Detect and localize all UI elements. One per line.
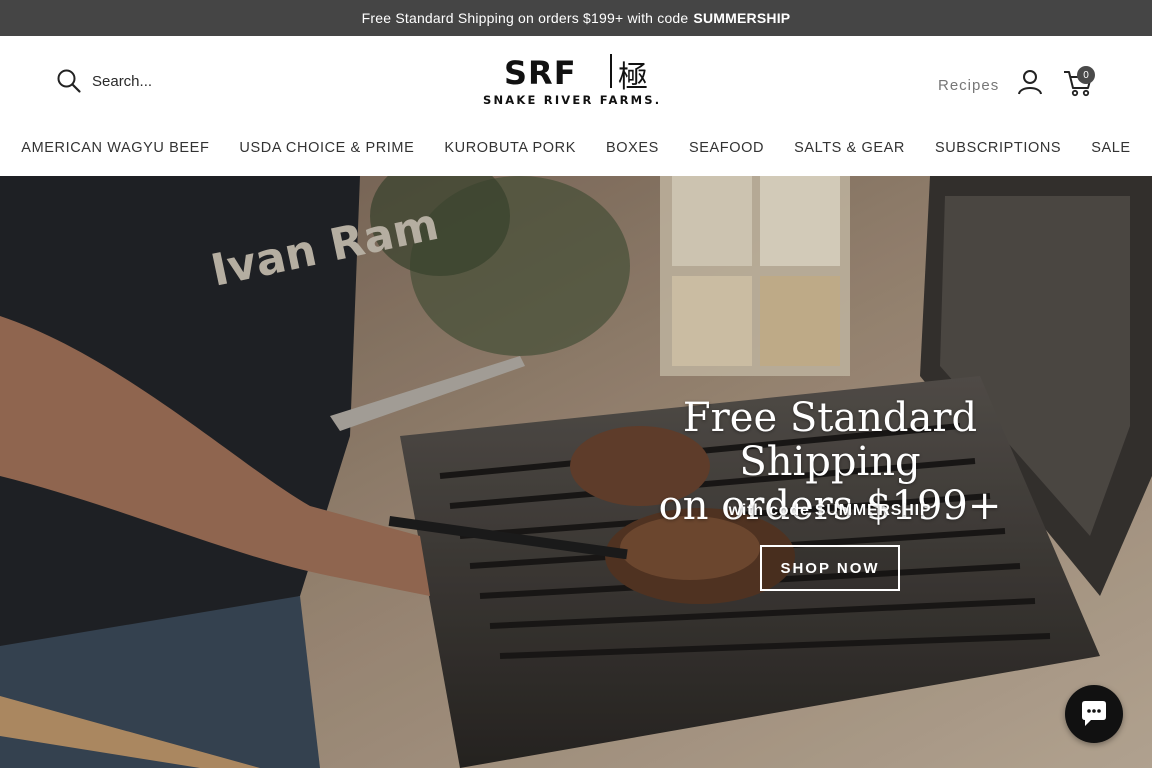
nav-item-boxes[interactable]: BOXES xyxy=(606,140,659,156)
logo-divider xyxy=(610,54,612,88)
nav-item-kurobuta-pork[interactable]: KUROBUTA PORK xyxy=(444,140,576,156)
nav-item-usda-choice-prime[interactable]: USDA CHOICE & PRIME xyxy=(239,140,414,156)
chat-icon xyxy=(1082,701,1106,726)
hero-banner: Ivan Ram Free Standard Shipping on order… xyxy=(0,176,1152,768)
nav-item-subscriptions[interactable]: SUBSCRIPTIONS xyxy=(935,140,1061,156)
search-input[interactable]: Search... xyxy=(56,68,152,94)
nav-item-salts-gear[interactable]: SALTS & GEAR xyxy=(794,140,905,156)
main-nav: AMERICAN WAGYU BEEF USDA CHOICE & PRIME … xyxy=(0,140,1152,156)
logo-kanji: 極 xyxy=(618,60,648,95)
hero-heading-line-1: Free Standard Shipping xyxy=(682,395,978,485)
nav-item-american-wagyu-beef[interactable]: AMERICAN WAGYU BEEF xyxy=(21,140,209,156)
shop-now-button[interactable]: SHOP NOW xyxy=(760,545,900,591)
announcement-text: Free Standard Shipping on orders $199+ w… xyxy=(361,10,689,26)
recipes-link[interactable]: Recipes xyxy=(938,77,999,94)
user-icon[interactable] xyxy=(1016,68,1044,96)
announcement-bar: Free Standard Shipping on orders $199+ w… xyxy=(0,0,1152,36)
hero-subheading: with code SUMMERSHIP xyxy=(728,502,932,519)
search-placeholder: Search... xyxy=(92,72,153,90)
nav-item-seafood[interactable]: SEAFOOD xyxy=(689,140,764,156)
site-logo[interactable]: SRF 極 SNAKE RIVER FARMS. xyxy=(482,52,672,110)
site-header: Search... SRF 極 SNAKE RIVER FARMS. Recip… xyxy=(0,36,1152,176)
logo-mark: SRF xyxy=(504,54,577,92)
announcement-code: SUMMERSHIP xyxy=(693,10,791,26)
logo-wordmark: SNAKE RIVER FARMS. xyxy=(483,93,662,107)
search-icon xyxy=(57,69,81,93)
chat-button[interactable] xyxy=(1065,685,1123,743)
cart-count-badge: 0 xyxy=(1077,66,1095,84)
nav-item-sale[interactable]: SALE xyxy=(1091,140,1130,156)
